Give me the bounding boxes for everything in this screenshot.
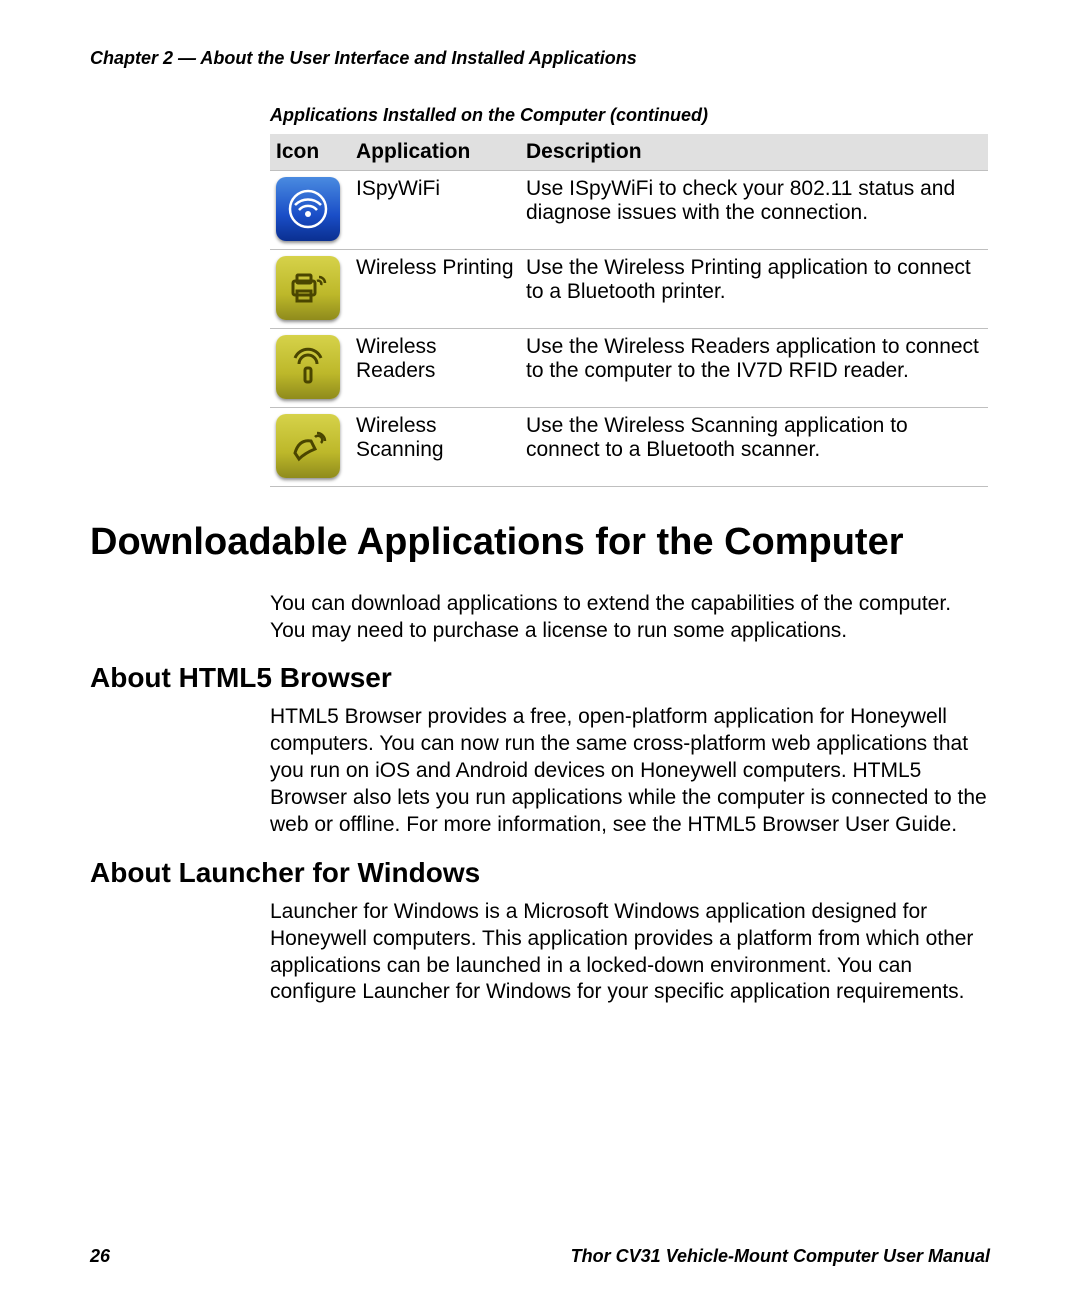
section-heading: Downloadable Applications for the Comput… bbox=[90, 521, 990, 565]
chapter-header: Chapter 2 — About the User Interface and… bbox=[90, 48, 990, 69]
subsection-heading-launcher: About Launcher for Windows bbox=[90, 857, 990, 889]
table-caption: Applications Installed on the Computer (… bbox=[270, 105, 990, 126]
page-footer: 26 Thor CV31 Vehicle-Mount Computer User… bbox=[90, 1246, 990, 1267]
wireless-reader-icon bbox=[276, 335, 340, 399]
app-name: ISpyWiFi bbox=[350, 171, 520, 250]
app-name: Wireless Readers bbox=[350, 329, 520, 408]
app-description: Use the Wireless Printing application to… bbox=[520, 250, 988, 329]
app-name: Wireless Scanning bbox=[350, 408, 520, 487]
manual-title: Thor CV31 Vehicle-Mount Computer User Ma… bbox=[571, 1246, 990, 1267]
wireless-scanner-icon bbox=[276, 414, 340, 478]
app-description: Use the Wireless Readers application to … bbox=[520, 329, 988, 408]
app-name: Wireless Printing bbox=[350, 250, 520, 329]
table-row: Wireless Printing Use the Wireless Print… bbox=[270, 250, 988, 329]
app-description: Use the Wireless Scanning application to… bbox=[520, 408, 988, 487]
table-header-row: Icon Application Description bbox=[270, 134, 988, 171]
wireless-printer-icon bbox=[276, 256, 340, 320]
app-description: Use ISpyWiFi to check your 802.11 status… bbox=[520, 171, 988, 250]
table-row: ISpyWiFi Use ISpyWiFi to check your 802.… bbox=[270, 171, 988, 250]
col-header-icon: Icon bbox=[270, 134, 350, 171]
wifi-signal-icon bbox=[276, 177, 340, 241]
col-header-description: Description bbox=[520, 134, 988, 171]
page-number: 26 bbox=[90, 1246, 110, 1267]
subsection-body-html5: HTML5 Browser provides a free, open-plat… bbox=[270, 704, 990, 838]
col-header-application: Application bbox=[350, 134, 520, 171]
subsection-body-launcher: Launcher for Windows is a Microsoft Wind… bbox=[270, 899, 990, 1007]
table-row: Wireless Scanning Use the Wireless Scann… bbox=[270, 408, 988, 487]
section-intro: You can download applications to extend … bbox=[270, 591, 990, 645]
applications-table: Icon Application Description ISpyWiFi Us… bbox=[270, 134, 988, 487]
subsection-heading-html5: About HTML5 Browser bbox=[90, 662, 990, 694]
table-row: Wireless Readers Use the Wireless Reader… bbox=[270, 329, 988, 408]
